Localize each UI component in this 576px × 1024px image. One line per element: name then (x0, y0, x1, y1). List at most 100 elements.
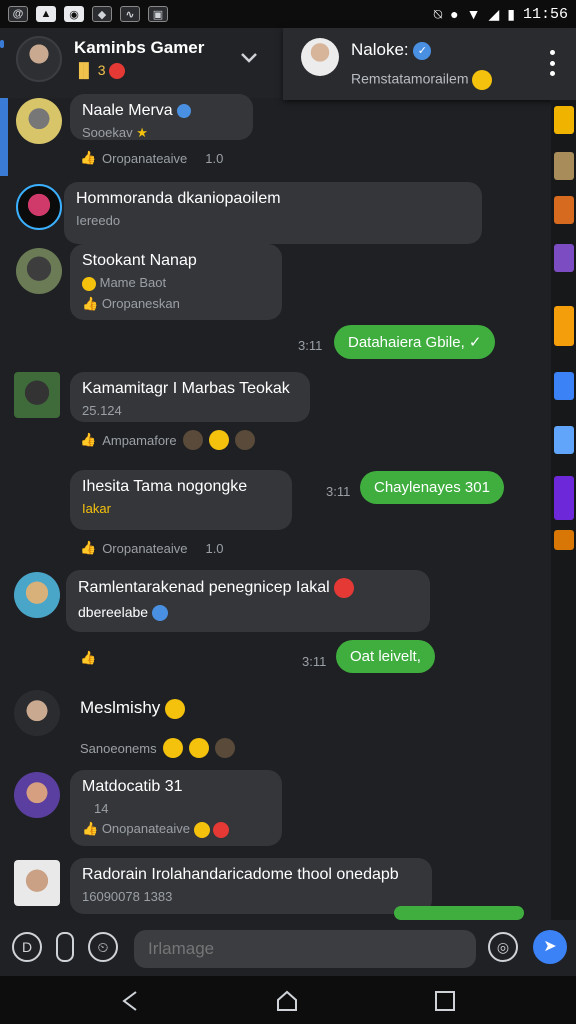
message-bubble[interactable]: Naale Merva Sooekav ★ (70, 94, 253, 140)
verified-icon: ✓ (413, 41, 432, 60)
popup-avatar[interactable] (301, 38, 339, 76)
camera-icon[interactable]: ◎ (488, 932, 518, 962)
reaction-label: Sanoeonems (80, 740, 157, 756)
tag-icon: ▐▌ (74, 62, 94, 78)
rail-thumb[interactable] (554, 306, 574, 346)
avatar[interactable] (14, 572, 60, 618)
rail-thumb[interactable] (554, 372, 574, 400)
message-time: 1.0 (205, 150, 224, 166)
rail-thumb[interactable] (554, 530, 574, 550)
read-check-icon: ✓ (468, 334, 482, 351)
emoji-icon (151, 605, 168, 622)
back-triangle-icon[interactable] (118, 988, 144, 1014)
message-bubble[interactable]: Stookant Nanap Mame Baot 👍 Oropaneskan (70, 244, 282, 320)
header-subtitle-count: 3 (97, 62, 106, 78)
clock-icon[interactable]: ⏲ (88, 932, 118, 962)
popup-subtitle: Remstatamorailem (351, 70, 493, 90)
unread-marker (0, 98, 8, 176)
chevron-down-icon[interactable] (238, 46, 260, 68)
message-text: Naale Merva (82, 102, 241, 120)
app-icon: ◆ (92, 6, 112, 22)
message-sub-text: dbereelabe (78, 604, 149, 620)
message-bubble[interactable]: Ihesita Tama nogongke Iakar (70, 470, 292, 530)
popup-subtitle-text: Remstatamorailem (351, 70, 469, 87)
reaction-label: Onopanateaive (101, 821, 190, 836)
message-bubble[interactable]: Kamamitagr I Marbas Teokak 25.124 (70, 372, 310, 422)
notification-icon: @ (8, 6, 28, 22)
message-bubble[interactable]: Ramlentarakenad penegnicep Iakal dbereel… (66, 570, 430, 632)
smile-emoji-icon (162, 738, 183, 758)
recent-apps-icon[interactable] (432, 988, 458, 1014)
rail-thumb[interactable] (554, 152, 574, 180)
message-text: Ramlentarakenad penegnicep Iakal (78, 578, 418, 598)
thumbs-up-icon[interactable]: 👍 (82, 296, 98, 311)
status-left-icons: @ ▲ ◉ ◆ ∿ ▣ (8, 6, 168, 22)
message-text: Kamamitagr I Marbas Teokak (82, 380, 290, 397)
thumbs-up-icon[interactable]: 👍 (80, 540, 96, 556)
rail-thumb[interactable] (554, 476, 574, 520)
outgoing-message[interactable] (394, 906, 524, 920)
header-avatar[interactable] (16, 36, 62, 82)
message-bubble[interactable]: Hommoranda dkaniopaoilem Iereedo (64, 182, 482, 244)
avatar[interactable] (16, 98, 62, 144)
message-text: Stookant Nanap (82, 252, 270, 270)
angry-emoji-icon (213, 821, 230, 838)
rail-thumb[interactable] (554, 106, 574, 134)
smile-emoji-icon (193, 821, 210, 838)
smile-emoji-icon (188, 738, 209, 758)
avatar[interactable] (14, 860, 60, 906)
message-text: Radorain Irolahandaricadome thool onedap… (82, 866, 399, 883)
media-rail (551, 100, 576, 920)
message-input[interactable] (134, 930, 476, 968)
avatar[interactable] (14, 372, 60, 418)
reaction-row: 👍 Oropanateaive 1.0 (80, 150, 223, 166)
message-time: 3:11 (298, 338, 323, 353)
status-right-icons: ⍉ ● ▼ ◢ ▮ 11:56 (434, 6, 568, 23)
composer: D ⏲ ◎ ➤ (0, 920, 576, 976)
avatar[interactable] (16, 184, 62, 230)
message-time: 1.0 (205, 540, 224, 556)
message-name: Naale Merva (82, 102, 173, 119)
message-bubble[interactable]: Matdocatib 31 14 👍 Onopanateaive (70, 770, 282, 846)
message-sub: 16090078 1383 (82, 889, 173, 904)
send-button[interactable]: ➤ (533, 930, 567, 964)
thumbs-up-icon[interactable]: 👍 (80, 150, 96, 166)
reaction-label: Oropanateaive (102, 540, 188, 556)
home-icon[interactable] (274, 988, 300, 1014)
message-bubble[interactable]: Radorain Irolahandaricadome thool onedap… (70, 858, 432, 914)
rail-thumb[interactable] (554, 244, 574, 272)
message-text: Hommoranda dkaniopaoilem (76, 190, 281, 207)
photo-icon: ▣ (148, 6, 168, 22)
reaction-row: Sanoeonems (80, 738, 235, 758)
message-name: Ramlentarakenad penegnicep Iakal (78, 579, 330, 597)
emoji-picker-icon[interactable]: D (12, 932, 42, 962)
rail-thumb[interactable] (554, 196, 574, 224)
avatar[interactable] (14, 690, 60, 736)
rail-thumb[interactable] (554, 426, 574, 454)
message-time: 3:11 (326, 484, 351, 499)
avatar[interactable] (16, 248, 62, 294)
battery-icon: ▮ (507, 5, 515, 22)
outgoing-message[interactable]: Chaylenayes 301 (360, 471, 504, 504)
message-sub: Sooekav ★ (82, 125, 241, 141)
attach-icon[interactable] (56, 932, 74, 962)
signal-icon: ◢ (488, 5, 500, 22)
outgoing-message[interactable]: Oat leivelt, (336, 640, 435, 673)
contact-popup[interactable]: Naloke: ✓ Remstatamorailem (283, 28, 576, 100)
smile-emoji-icon (165, 698, 186, 719)
thumbs-up-icon[interactable]: 👍 (82, 821, 98, 836)
message-sub: Iereedo (76, 213, 121, 228)
message-time: 3:11 (302, 654, 327, 669)
back-indicator[interactable] (0, 40, 4, 48)
popup-title-text: Naloke: (351, 40, 409, 59)
outgoing-message[interactable]: Datahaiera Gbile, ✓ (334, 325, 496, 359)
more-options-icon[interactable] (550, 50, 556, 76)
message-text: Meslmishy (80, 698, 186, 719)
thumbs-up-icon[interactable]: 👍 (80, 650, 96, 666)
reaction-row: 👍 (80, 650, 96, 666)
emoji-icon (182, 430, 203, 450)
reaction-row: 👍 Ampamafore (80, 430, 255, 450)
thumbs-up-icon[interactable]: 👍 (80, 432, 96, 448)
avatar[interactable] (14, 772, 60, 818)
header-title[interactable]: Kaminbs Gamer (74, 38, 204, 58)
